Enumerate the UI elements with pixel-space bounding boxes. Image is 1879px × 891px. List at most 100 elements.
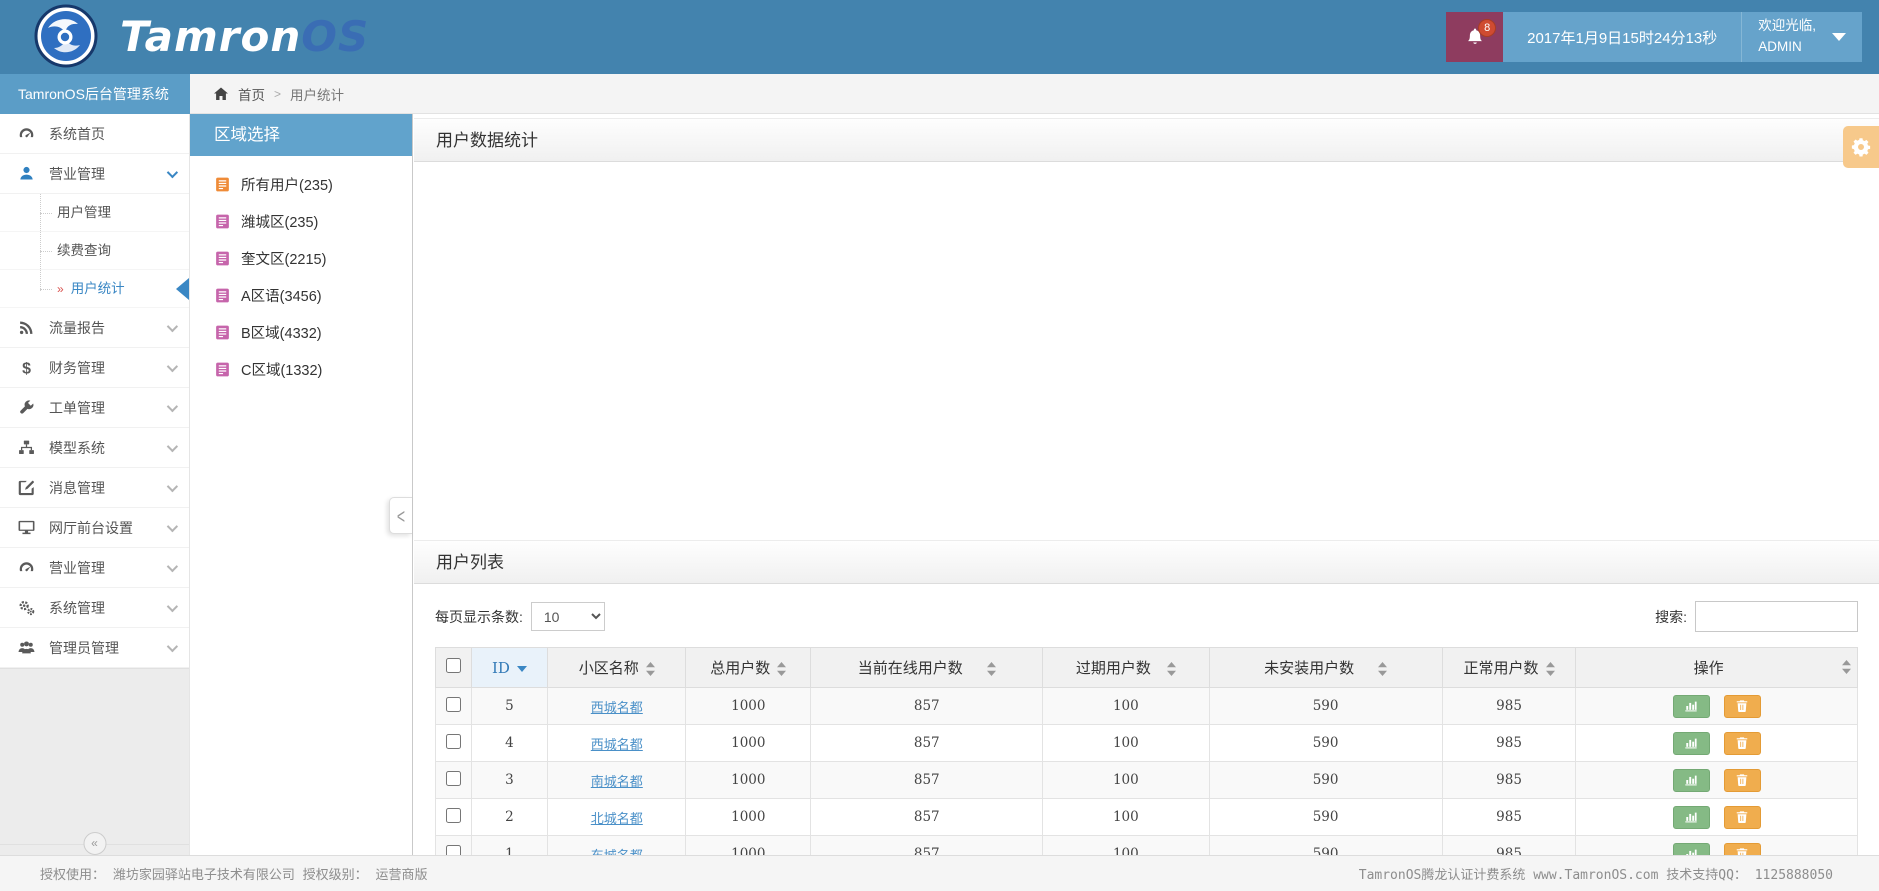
cell-normal: 985	[1441, 761, 1577, 799]
welcome-line2: ADMIN	[1758, 39, 1802, 54]
sidebar-subitem-renewal-query[interactable]: 续费查询	[0, 232, 189, 270]
sidebar-item-system-home[interactable]: 系统首页	[0, 114, 189, 154]
col-header-expired[interactable]: 过期用户数	[1042, 647, 1210, 688]
breadcrumb: 首页 > 用户统计	[190, 74, 1879, 114]
chart-button[interactable]	[1672, 805, 1710, 829]
community-link[interactable]: 东城名都	[591, 848, 643, 856]
delete-button[interactable]	[1723, 805, 1761, 829]
wrench-icon	[17, 399, 36, 416]
region-item-label: 潍城区(235)	[241, 215, 319, 231]
sidebar-item-traffic-report[interactable]: 流量报告	[0, 308, 189, 348]
delete-button[interactable]	[1723, 842, 1761, 855]
sort-icon	[777, 662, 787, 677]
sidebar-item-finance-mgmt[interactable]: $ 财务管理	[0, 348, 189, 388]
community-link[interactable]: 西城名都	[591, 737, 643, 752]
col-header-id[interactable]: ID	[470, 647, 549, 688]
cell-total: 1000	[685, 761, 812, 799]
sort-desc-icon	[516, 665, 527, 672]
sidebar-subitem-user-stats[interactable]: » 用户统计	[0, 270, 189, 308]
sidebar-item-workorder-mgmt[interactable]: 工单管理	[0, 388, 189, 428]
region-item-label: 所有用户(235)	[241, 178, 333, 194]
col-header-actions[interactable]: 操作	[1575, 647, 1858, 688]
delete-button[interactable]	[1723, 731, 1761, 755]
region-panel-title: 区域选择	[190, 114, 412, 156]
cell-id: 5	[470, 687, 549, 725]
sidebar-collapse-button[interactable]: «	[83, 832, 106, 855]
notifications-button[interactable]: 8	[1446, 12, 1504, 62]
bar-chart-icon	[1685, 701, 1698, 712]
stats-panel-title: 用户数据统计	[414, 118, 1879, 162]
cell-normal: 985	[1441, 835, 1577, 855]
chevron-down-icon	[166, 166, 179, 178]
header-right-group: 8 2017年1月9日15时24分13秒 欢迎光临, ADMIN	[1446, 12, 1862, 62]
sidebar-item-admin-mgmt[interactable]: 管理员管理	[0, 628, 189, 668]
chart-button[interactable]	[1672, 694, 1710, 718]
region-item-kuiwen[interactable]: 奎文区(2215)	[190, 240, 412, 277]
cell-expired: 100	[1042, 724, 1210, 762]
chart-button[interactable]	[1672, 731, 1710, 755]
row-checkbox[interactable]	[445, 771, 461, 786]
cell-uninstalled: 590	[1208, 761, 1443, 799]
region-item-b[interactable]: B区域(4332)	[190, 314, 412, 351]
col-header-online[interactable]: 当前在线用户数	[810, 647, 1044, 688]
sidebar-item-model-system[interactable]: 模型系统	[0, 428, 189, 468]
bar-chart-icon	[1686, 849, 1697, 855]
community-link[interactable]: 南城名都	[591, 774, 643, 789]
cell-total: 1000	[685, 835, 812, 855]
brand-logo[interactable]: TamronOS	[34, 4, 369, 68]
row-checkbox[interactable]	[445, 697, 461, 712]
cell-normal: 985	[1441, 798, 1577, 836]
select-all-checkbox[interactable]	[445, 658, 461, 673]
dollar-icon: $	[17, 359, 36, 376]
cell-id: 4	[470, 724, 549, 762]
building-icon	[216, 251, 229, 266]
building-icon	[216, 214, 229, 229]
per-page-select[interactable]: 10	[530, 602, 605, 631]
sidebar-item-business-mgmt-2[interactable]: 营业管理	[0, 548, 189, 588]
footer-license-text: 授权使用： 潍坊家园驿站电子技术有限公司 授权级别： 运营商版	[40, 868, 428, 883]
row-checkbox[interactable]	[445, 734, 461, 749]
sort-icon	[986, 662, 996, 677]
bar-chart-icon	[1685, 775, 1698, 786]
sidebar-item-message-mgmt[interactable]: 消息管理	[0, 468, 189, 508]
user-menu[interactable]: 欢迎光临, ADMIN	[1741, 12, 1862, 62]
region-item-a[interactable]: A区语(3456)	[190, 277, 412, 314]
region-item-c[interactable]: C区域(1332)	[190, 351, 412, 388]
sort-icon	[645, 662, 655, 677]
sidebar-item-portal-settings[interactable]: 网厅前台设置	[0, 508, 189, 548]
sidebar-subitem-user-mgmt[interactable]: 用户管理	[0, 194, 189, 232]
delete-button[interactable]	[1723, 694, 1761, 718]
user-list-panel: 用户列表 每页显示条数: 10 搜索: ID 小区名称 总用户数 当前在线用户数…	[414, 540, 1879, 855]
sidebar-item-label: 工单管理	[49, 399, 105, 416]
chart-button[interactable]	[1672, 842, 1710, 855]
gear-icon	[1851, 138, 1871, 157]
region-collapse-handle[interactable]: <	[389, 497, 412, 534]
col-header-normal[interactable]: 正常用户数	[1441, 647, 1577, 688]
col-header-uninstalled[interactable]: 未安装用户数	[1208, 647, 1443, 688]
chevron-down-icon	[166, 520, 179, 532]
col-header-name[interactable]: 小区名称	[547, 647, 687, 688]
settings-gear-button[interactable]	[1843, 126, 1879, 168]
breadcrumb-home[interactable]: 首页	[238, 84, 265, 104]
col-header-total[interactable]: 总用户数	[685, 647, 812, 688]
sidebar-item-system-mgmt[interactable]: 系统管理	[0, 588, 189, 628]
main-sidebar: 系统首页 营业管理 用户管理 续费查询 » 用户统计 流量报告 $ 财务管理 工…	[0, 114, 190, 855]
chart-button[interactable]	[1672, 768, 1710, 792]
sidebar-footer-area: «	[0, 668, 189, 855]
table-row: 3 南城名都 1000 857 100 590 985	[435, 761, 1858, 799]
community-link[interactable]: 西城名都	[591, 700, 643, 715]
cell-uninstalled: 590	[1208, 798, 1443, 836]
community-link[interactable]: 北城名都	[591, 811, 643, 826]
cell-online: 857	[810, 835, 1044, 855]
delete-button[interactable]	[1723, 768, 1761, 792]
sidebar-item-label: 模型系统	[49, 439, 105, 456]
search-input[interactable]	[1695, 601, 1858, 632]
footer-support-text: TamronOS腾龙认证计费系统 www.TamronOS.com 技术支持QQ…	[1358, 868, 1833, 883]
sidebar-item-business-mgmt[interactable]: 营业管理	[0, 154, 189, 194]
row-checkbox[interactable]	[445, 845, 461, 855]
building-icon	[216, 325, 229, 340]
svg-text:$: $	[22, 360, 31, 376]
region-item-weicheng[interactable]: 潍城区(235)	[190, 203, 412, 240]
row-checkbox[interactable]	[445, 808, 461, 823]
region-item-all-users[interactable]: 所有用户(235)	[190, 166, 412, 203]
